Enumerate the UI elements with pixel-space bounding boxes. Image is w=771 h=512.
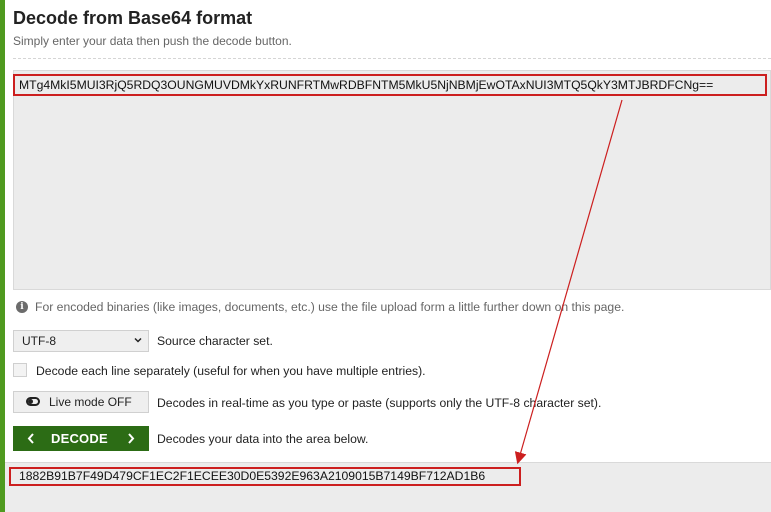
line-by-line-checkbox[interactable] [13,363,27,377]
page-title: Decode from Base64 format [13,8,253,28]
toggle-icon [26,397,40,406]
live-mode-label: Live mode OFF [49,395,132,409]
left-accent-bar [0,0,5,512]
info-text: For encoded binaries (like images, docum… [35,300,625,314]
page: Decode from Base64 format Simply enter y… [0,0,771,512]
info-note: i For encoded binaries (like images, doc… [16,300,624,314]
input-value: MTg4MkI5MUI3RjQ5RDQ3OUNGMUVDMkYxRUNFRTMw… [13,74,767,96]
live-mode-button[interactable]: Live mode OFF [13,391,149,413]
chevron-left-icon [27,426,35,459]
info-icon: i [16,301,28,313]
charset-select[interactable]: UTF-8 [13,330,149,352]
chevron-down-icon [134,337,142,343]
line-by-line-label: Decode each line separately (useful for … [36,364,426,378]
charset-selected: UTF-8 [22,334,56,348]
chevron-right-icon [127,426,135,459]
live-mode-description: Decodes in real-time as you type or past… [157,396,602,410]
divider [13,58,771,59]
input-textarea[interactable] [13,70,771,290]
decode-button-label: DECODE [51,431,108,446]
charset-label: Source character set. [157,334,273,348]
output-value: 1882B91B7F49D479CF1EC2F1ECEE30D0E5392E96… [9,467,521,486]
decode-button[interactable]: DECODE [13,426,149,451]
decode-description: Decodes your data into the area below. [157,432,369,446]
page-subtitle: Simply enter your data then push the dec… [13,34,292,48]
